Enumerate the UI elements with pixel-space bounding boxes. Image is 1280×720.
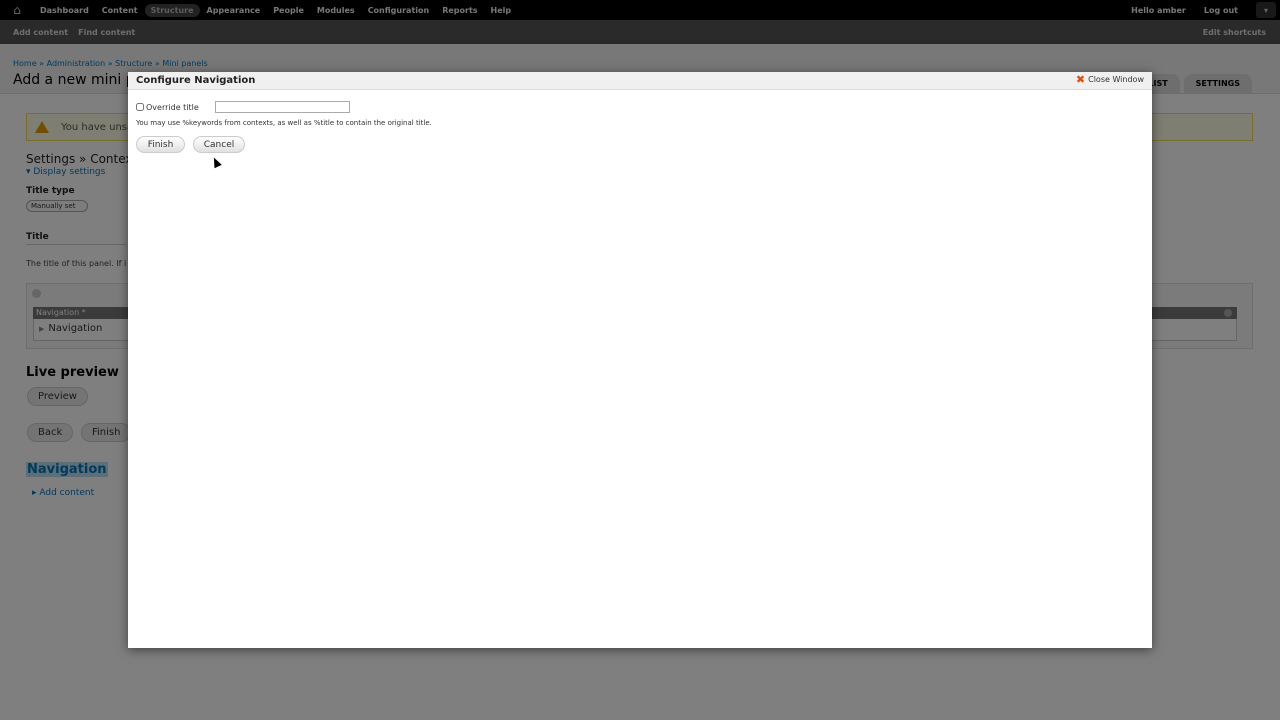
override-title-row: Override title [136,101,350,113]
close-window-button[interactable]: ✖ Close Window [1075,72,1144,86]
cancel-button[interactable]: Cancel [193,136,245,153]
modal-title: Configure Navigation [136,75,256,86]
close-icon: ✖ [1075,72,1086,86]
override-help-text: You may use %keywords from contexts, as … [136,119,432,127]
finish-button[interactable]: Finish [136,136,185,153]
override-title-label: Override title [146,102,199,112]
configure-modal: Configure Navigation ✖ Close Window Over… [128,72,1152,648]
override-title-checkbox[interactable] [136,103,144,111]
override-title-input[interactable] [214,101,350,113]
close-window-label: Close Window [1088,75,1144,84]
modal-header: Configure Navigation ✖ Close Window [128,72,1152,90]
